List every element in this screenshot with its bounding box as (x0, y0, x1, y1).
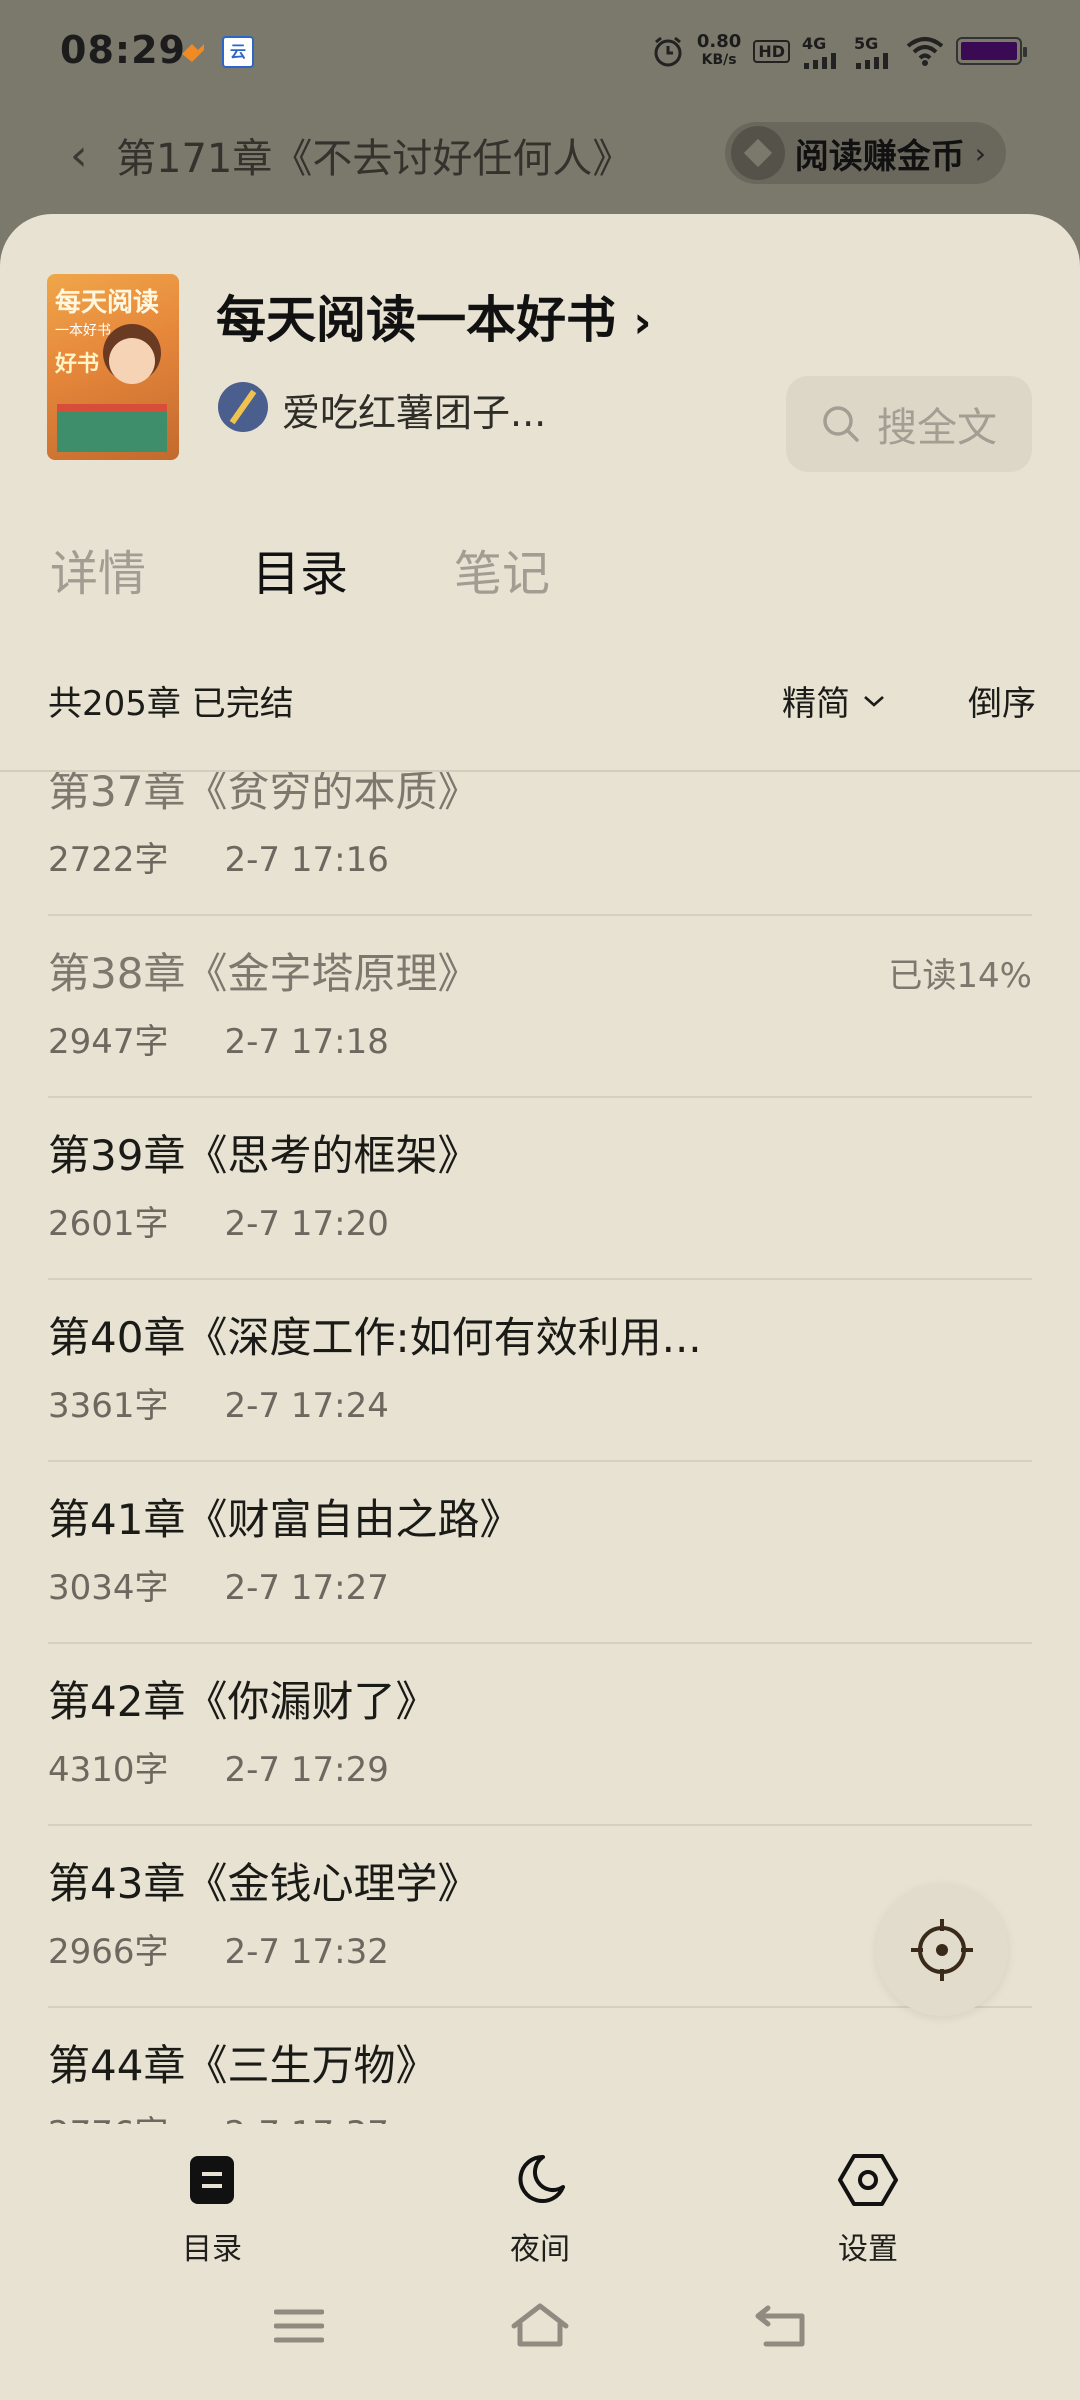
chevron-right-icon: › (974, 136, 986, 170)
moon-icon (518, 2154, 565, 2203)
clock: 08:29 (60, 28, 186, 72)
locate-current-chapter-button[interactable] (876, 1884, 1008, 2016)
back-icon[interactable] (754, 2304, 810, 2348)
catalog-sheet: 每天阅读 一本好书 好书 每天阅读一本好书 › 爱吃红薯团子... 搜全文 详情… (0, 214, 1080, 2400)
earn-coins-button[interactable]: 阅读赚金币 › (724, 122, 1006, 184)
settings-button[interactable]: 设置 (788, 2150, 948, 2268)
tab-bar: 详情 目录 笔记 (50, 534, 550, 604)
chapter-row[interactable]: 第39章《思考的框架》 2601字 2-7 17:20 (48, 1096, 1032, 1280)
chapter-row[interactable]: 第38章《金字塔原理》 已读14% 2947字 2-7 17:18 (48, 914, 1032, 1098)
search-icon (823, 406, 859, 442)
menu-icon[interactable] (274, 2306, 324, 2346)
signal-5g: 5G (854, 34, 894, 69)
coin-icon (730, 126, 785, 180)
catalog-button[interactable]: 目录 (132, 2150, 292, 2268)
chapter-row[interactable]: 第37章《贫穷的本质》 2722字 2-7 17:16 (48, 772, 1032, 916)
chapter-list[interactable]: 第37章《贫穷的本质》 2722字 2-7 17:16 第38章《金字塔原理》 已… (0, 772, 1080, 2338)
chapter-row[interactable]: 第40章《深度工作:如何有效利用... 3361字 2-7 17:24 (48, 1278, 1032, 1462)
chapter-row[interactable]: 第41章《财富自由之路》 3034字 2-7 17:27 (48, 1460, 1032, 1644)
read-progress: 已读14% (888, 956, 1032, 996)
signal-bars-icon (804, 52, 836, 69)
book-title-link[interactable]: 每天阅读一本好书 › (216, 280, 652, 352)
wifi-icon (906, 37, 944, 66)
sort-reverse-button[interactable]: 倒序 (968, 676, 1036, 725)
chapter-row[interactable]: 第42章《你漏财了》 4310字 2-7 17:29 (48, 1642, 1032, 1826)
author-name[interactable]: 爱吃红薯团子... (282, 382, 546, 437)
chevron-down-icon (864, 695, 884, 707)
cloud-app-icon: 云 (222, 36, 254, 68)
chevron-right-icon: › (633, 297, 652, 348)
settings-icon (838, 2154, 898, 2206)
signal-bars-icon (856, 52, 888, 69)
crosshair-icon (911, 1919, 973, 1981)
tab-details[interactable]: 详情 (50, 534, 146, 604)
reader-header: ‹ 第171章《不去讨好任何人》 阅读赚金币 › (0, 110, 1080, 210)
signal-4g: 4G (802, 34, 842, 69)
catalog-icon (190, 2156, 234, 2204)
home-icon[interactable] (510, 2302, 570, 2348)
night-mode-button[interactable]: 夜间 (460, 2150, 620, 2268)
hd-voice-icon: HD (753, 39, 790, 63)
reader-toolbar: 目录 夜间 设置 (0, 2124, 1080, 2400)
alarm-icon (654, 36, 682, 67)
status-bar: 08:29 云 0.80 KB/s HD 4G 5G (0, 0, 1080, 100)
current-chapter-title: 第171章《不去讨好任何人》 (116, 136, 633, 182)
chapter-count-summary: 共205章 已完结 (48, 684, 294, 724)
book-cover[interactable]: 每天阅读 一本好书 好书 (47, 274, 179, 460)
search-fulltext-button[interactable]: 搜全文 (786, 376, 1032, 472)
author-avatar[interactable] (218, 382, 268, 432)
battery-icon (956, 37, 1027, 65)
filter-dropdown[interactable]: 精简 (782, 676, 886, 725)
tab-notes[interactable]: 笔记 (454, 534, 550, 604)
tab-catalog[interactable]: 目录 (252, 534, 348, 604)
back-icon[interactable]: ‹ (70, 130, 88, 181)
network-speed: 0.80 KB/s (696, 31, 742, 69)
app-notification-icon (182, 44, 204, 62)
